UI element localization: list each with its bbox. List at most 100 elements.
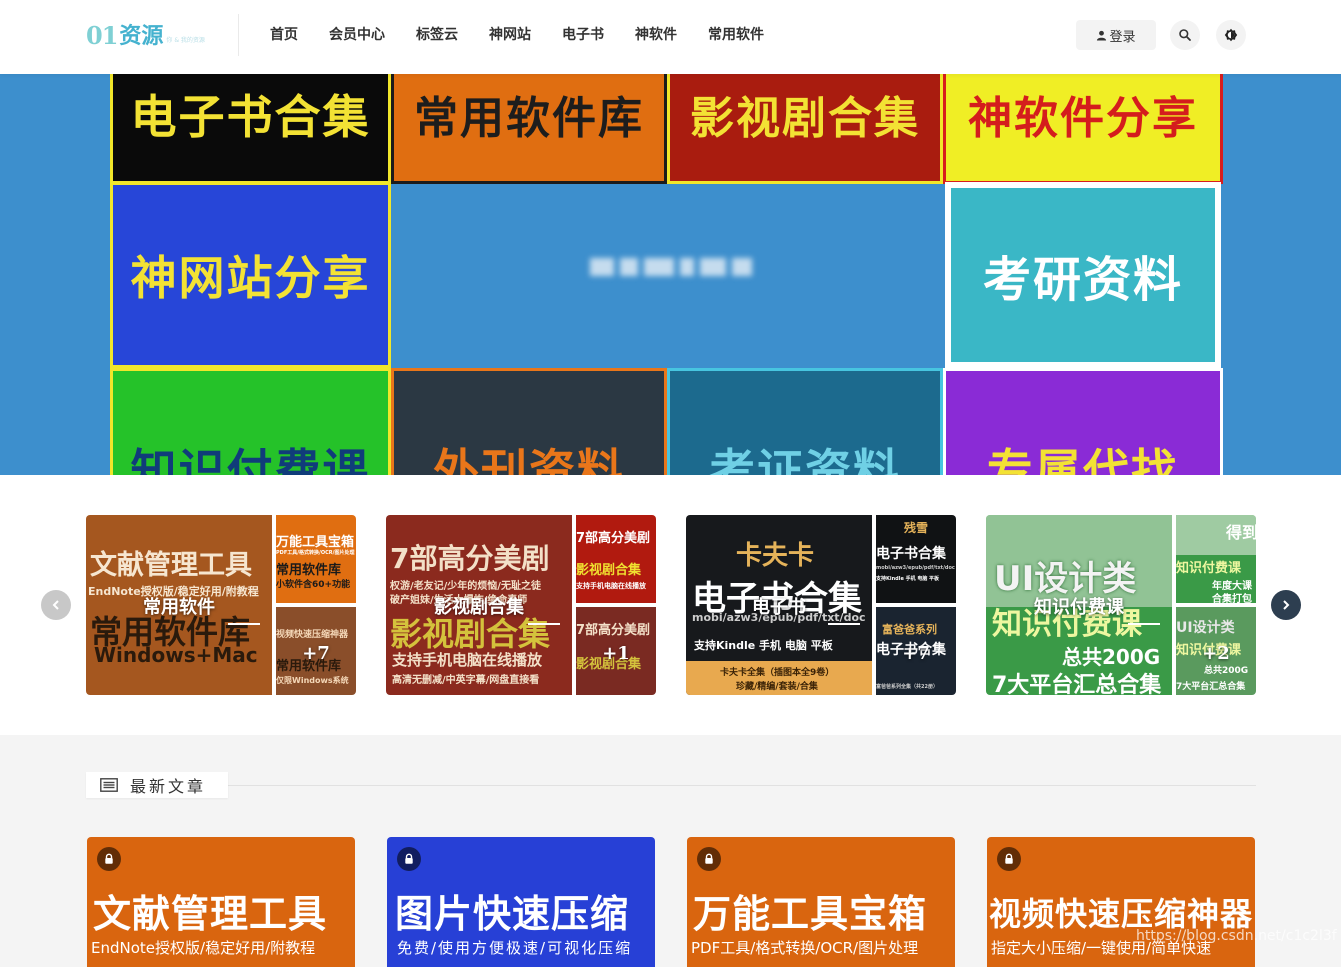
thumb-text: 得到 <box>1226 523 1256 542</box>
user-icon <box>1097 30 1107 41</box>
thumb-text: 合集打包 <box>1212 594 1252 603</box>
thumb-text: 小软件含60+功能 <box>276 580 351 590</box>
category-thumb: 残雪 电子书合集 mobi/azw3/epub/pdf/txt/doc 支持Ki… <box>876 515 956 603</box>
hero-tile-sites[interactable]: 神网站分享 <box>110 182 391 368</box>
login-button[interactable]: 登录 <box>1076 20 1156 50</box>
logo-word: 资源 <box>119 24 164 49</box>
post-title: 万能工具宝箱 <box>693 892 928 936</box>
thumb-text: 万能工具宝箱 <box>276 535 355 550</box>
hero-tile-common-software[interactable]: 常用软件库 <box>391 74 667 184</box>
cover-text: Windows+Mac <box>94 643 258 667</box>
hero-tile-kaoyan[interactable]: 考研资料 <box>945 182 1221 368</box>
thumb-text: PDF工具/格式转换/OCR/图片处理 <box>276 550 355 556</box>
hero-tile-software-share[interactable]: 神软件分享 <box>943 74 1223 184</box>
category-count: +7 <box>302 643 330 664</box>
lock-badge <box>997 847 1021 871</box>
cover-text: 卡夫卡全集（插图本全9卷） <box>720 668 835 678</box>
cover-text: 权游/老友记/少年的烦恼/无耻之徒 <box>390 581 541 592</box>
thumb-text: mobi/azw3/epub/pdf/txt/doc <box>876 565 955 571</box>
site-logo[interactable]: 01 资源 你 & 我的资源 <box>86 21 205 50</box>
thumb-text: 仅限Windows系统 <box>276 676 349 685</box>
login-label: 登录 <box>1109 29 1136 45</box>
header-divider <box>238 14 239 56</box>
post-subtitle: 免费/使用方便极速/可视化压缩 <box>397 939 633 957</box>
post-title: 文献管理工具 <box>93 892 328 936</box>
carousel-next-button[interactable] <box>1271 590 1301 620</box>
category-cover-footer: 卡夫卡全集（插图本全9卷） 珍藏/精编/套装/合集 <box>686 661 872 695</box>
lock-icon <box>405 853 413 864</box>
nav-item-tag-cloud[interactable]: 标签云 <box>416 24 458 46</box>
lock-badge <box>697 847 721 871</box>
category-divider <box>528 623 560 625</box>
lock-badge <box>97 847 121 871</box>
thumb-text: 总共200G <box>1204 666 1249 676</box>
latest-articles-badge: 最新文章 <box>86 772 228 798</box>
cover-text: 支持手机电脑在线播放 <box>392 651 543 669</box>
list-icon <box>100 778 118 792</box>
theme-toggle-button[interactable] <box>1216 20 1246 50</box>
site-header: 01 资源 你 & 我的资源 首页 会员中心 标签云 神网站 电子书 神软件 常… <box>0 0 1341 74</box>
post-card[interactable]: 视频快速压缩神器 指定大小压缩/一键使用/简单快速 <box>987 837 1255 967</box>
post-card[interactable]: 图片快速压缩 免费/使用方便极速/可视化压缩 <box>387 837 655 967</box>
lock-icon <box>105 853 113 864</box>
search-button[interactable] <box>1170 20 1200 50</box>
category-title: 常用软件 <box>143 597 215 618</box>
category-thumb: 得到 知识付费课 年度大课 合集打包 <box>1176 515 1256 603</box>
category-title: 电子书 <box>752 597 806 618</box>
category-divider <box>228 623 260 625</box>
category-count: +2 <box>1202 643 1230 664</box>
category-card-paid-courses[interactable]: UI设计类 知识付费课 总共200G 7大平台汇总合集 得到 知识付费课 年度大… <box>986 515 1256 695</box>
hero-tile-journals[interactable]: 外刊资料 <box>391 368 667 475</box>
main-nav: 首页 会员中心 标签云 神网站 电子书 神软件 常用软件 <box>270 24 795 46</box>
carousel-prev-button[interactable] <box>41 590 71 620</box>
lock-badge <box>397 847 421 871</box>
category-carousel: 文献管理工具 EndNote授权版/稳定好用/附教程 常用软件库 Windows… <box>0 475 1341 735</box>
thumb-text: 支持Kindle 手机 电脑 平板 <box>876 576 940 582</box>
chevron-right-icon <box>1283 600 1290 610</box>
cover-text: 高清无删减/中英字幕/网盘直接看 <box>392 675 540 686</box>
category-divider <box>1128 623 1160 625</box>
nav-item-software[interactable]: 神软件 <box>635 24 677 46</box>
thumb-text: 视频快速压缩神器 <box>276 630 349 640</box>
thumb-text: 7大平台汇总合集 <box>1176 682 1246 692</box>
hero-tile-movies[interactable]: 影视剧合集 <box>667 74 943 184</box>
category-card-software[interactable]: 文献管理工具 EndNote授权版/稳定好用/附教程 常用软件库 Windows… <box>86 515 356 695</box>
nav-item-sites[interactable]: 神网站 <box>489 24 531 46</box>
blurred-center-text <box>590 254 752 280</box>
lock-icon <box>1005 853 1013 864</box>
thumb-text: 电子书合集 <box>876 546 946 562</box>
thumb-text: 知识付费课 <box>1176 561 1242 576</box>
hero-banner[interactable]: 电子书合集 常用软件库 影视剧合集 神软件分享 神网站分享 考研资料 知识付费课… <box>0 74 1341 475</box>
thumb-text: 影视剧合集 <box>576 563 642 578</box>
cover-text: 总共200G <box>1062 645 1161 669</box>
nav-item-ebooks[interactable]: 电子书 <box>562 24 604 46</box>
cover-text: 文献管理工具 <box>90 550 252 581</box>
category-card-movies[interactable]: 7部高分美剧 权游/老友记/少年的烦恼/无耻之徒 破产姐妹/生活大爆炸/绝命毒师… <box>386 515 656 695</box>
category-divider <box>828 623 860 625</box>
nav-item-member-center[interactable]: 会员中心 <box>329 24 385 46</box>
cover-text: 珍藏/精编/套装/合集 <box>736 682 818 692</box>
category-title: 知识付费课 <box>1034 597 1124 618</box>
nav-item-home[interactable]: 首页 <box>270 24 298 46</box>
hero-tile-paid-courses[interactable]: 知识付费课 <box>110 368 391 475</box>
thumb-text: 7部高分美剧 <box>576 531 651 546</box>
category-card-ebooks[interactable]: 卡夫卡 电子书合集 mobi/azw3/epub/pdf/txt/doc 支持K… <box>686 515 956 695</box>
cover-text: 支持Kindle 手机 电脑 平板 <box>694 639 833 652</box>
thumb-text: 支持手机电脑在线播放 <box>576 582 646 590</box>
hero-tile-ebooks[interactable]: 电子书合集 <box>110 74 391 184</box>
hero-tile-certificates[interactable]: 考证资料 <box>667 368 943 475</box>
post-subtitle: EndNote授权版/稳定好用/附教程 <box>91 939 316 957</box>
post-card[interactable]: 万能工具宝箱 PDF工具/格式转换/OCR/图片处理 <box>687 837 955 967</box>
search-icon <box>1179 29 1191 41</box>
logo-tagline: 你 & 我的资源 <box>166 37 205 44</box>
latest-articles-heading: 最新文章 <box>130 777 207 796</box>
nav-item-common-software[interactable]: 常用软件 <box>708 24 764 46</box>
category-thumb: 7部高分美剧 影视剧合集 支持手机电脑在线播放 <box>576 515 656 603</box>
thumb-text: 富爸爸系列 <box>882 623 937 636</box>
hero-tile-custom-search[interactable]: 专属代找 <box>943 368 1223 475</box>
latest-articles-header: 最新文章 <box>86 772 1256 798</box>
post-card[interactable]: 文献管理工具 EndNote授权版/稳定好用/附教程 <box>87 837 355 967</box>
chevron-left-icon <box>52 600 59 610</box>
lock-icon <box>705 853 713 864</box>
blog-watermark: https://blog.csdn.net/c1c2l3f <box>1136 928 1337 944</box>
